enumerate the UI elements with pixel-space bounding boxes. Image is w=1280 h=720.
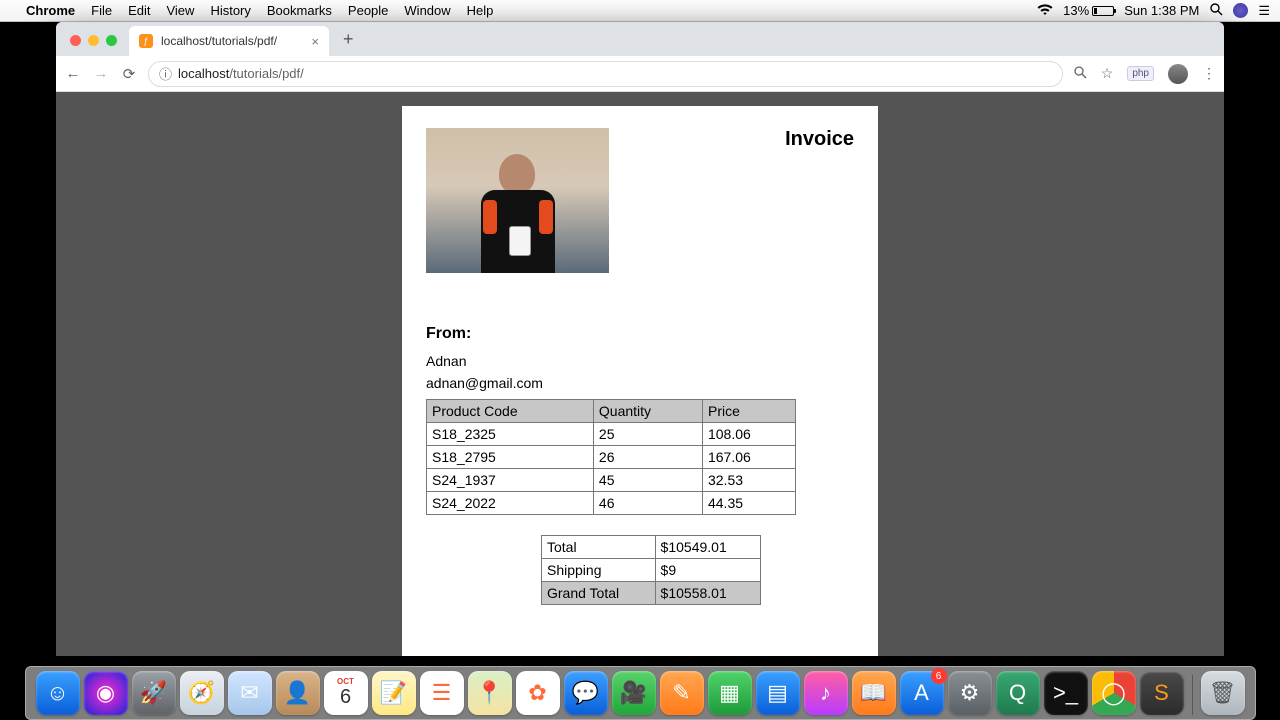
dock-app-launchpad[interactable]: 🚀	[132, 671, 176, 715]
menu-edit[interactable]: Edit	[128, 3, 150, 18]
table-header-row: Product Code Quantity Price	[427, 400, 796, 423]
grand-total-value: $10558.01	[655, 582, 760, 605]
shipping-value: $9	[655, 559, 760, 582]
wifi-icon[interactable]	[1037, 4, 1053, 19]
window-close-button[interactable]	[70, 35, 81, 46]
profile-photo	[426, 128, 609, 273]
dock-app-safari[interactable]: 🧭	[180, 671, 224, 715]
dock-separator	[1192, 675, 1193, 715]
dock-app-messages[interactable]: 💬	[564, 671, 608, 715]
back-button[interactable]: ←	[64, 65, 82, 82]
dock-app-finder[interactable]: ☺	[36, 671, 80, 715]
totals-table: Total$10549.01 Shipping$9 Grand Total$10…	[541, 535, 761, 605]
dock-app-mail[interactable]: ✉	[228, 671, 272, 715]
table-row: S18_232525108.06	[427, 423, 796, 446]
menu-view[interactable]: View	[166, 3, 194, 18]
chrome-window: ƒ localhost/tutorials/pdf/ × + ← → ⟳ ⓘ l…	[56, 22, 1224, 656]
page-viewport[interactable]: Invoice From: Adnan adnan@gmail.com Prod…	[56, 92, 1224, 656]
dock-app-qgis[interactable]: Q	[996, 671, 1040, 715]
from-heading: From:	[426, 325, 854, 343]
table-row: S24_20224644.35	[427, 492, 796, 515]
dock-app-itunes[interactable]: ♪	[804, 671, 848, 715]
badge: 6	[931, 668, 947, 684]
url-host: localhost	[178, 66, 229, 81]
dock-app-facetime[interactable]: 🎥	[612, 671, 656, 715]
tab-strip: ƒ localhost/tutorials/pdf/ × +	[56, 22, 1224, 56]
menu-window[interactable]: Window	[404, 3, 450, 18]
dock-app-maps[interactable]: 📍	[468, 671, 512, 715]
tab-title: localhost/tutorials/pdf/	[161, 34, 277, 48]
dock: ☺◉🚀🧭✉👤OCT6📝☰📍✿💬🎥✎▦▤♪📖A6⚙Q>_◯S 🗑	[25, 666, 1256, 720]
table-row: S24_19374532.53	[427, 469, 796, 492]
dock-trash[interactable]: 🗑	[1201, 671, 1245, 715]
reload-button[interactable]: ⟳	[120, 65, 138, 83]
invoice-document: Invoice From: Adnan adnan@gmail.com Prod…	[402, 106, 878, 656]
xampp-favicon: ƒ	[139, 34, 153, 48]
notification-center-icon[interactable]: ☰	[1258, 3, 1270, 19]
items-table: Product Code Quantity Price S18_23252510…	[426, 399, 796, 515]
menu-people[interactable]: People	[348, 3, 388, 18]
window-maximize-button[interactable]	[106, 35, 117, 46]
menu-bookmarks[interactable]: Bookmarks	[267, 3, 332, 18]
dock-app-numbers[interactable]: ▦	[708, 671, 752, 715]
url-path: /tutorials/pdf/	[229, 66, 303, 81]
browser-toolbar: ← → ⟳ ⓘ localhost/tutorials/pdf/ ☆ php ⋮	[56, 56, 1224, 92]
col-price: Price	[702, 400, 795, 423]
php-extension-badge[interactable]: php	[1127, 66, 1154, 81]
total-label: Total	[542, 536, 656, 559]
from-name: Adnan	[426, 353, 854, 369]
menu-file[interactable]: File	[91, 3, 112, 18]
dock-app-pages[interactable]: ✎	[660, 671, 704, 715]
dock-app-photos[interactable]: ✿	[516, 671, 560, 715]
chrome-menu-icon[interactable]: ⋮	[1202, 65, 1216, 82]
total-value: $10549.01	[655, 536, 760, 559]
dock-app-reminders[interactable]: ☰	[420, 671, 464, 715]
forward-button[interactable]: →	[92, 65, 110, 82]
zoom-icon[interactable]	[1073, 65, 1087, 82]
from-email: adnan@gmail.com	[426, 375, 854, 391]
macos-menubar: Chrome File Edit View History Bookmarks …	[0, 0, 1280, 22]
table-row: S18_279526167.06	[427, 446, 796, 469]
dock-app-terminal[interactable]: >_	[1044, 671, 1088, 715]
new-tab-button[interactable]: +	[335, 29, 362, 56]
address-bar[interactable]: ⓘ localhost/tutorials/pdf/	[148, 61, 1063, 87]
dock-app-siri[interactable]: ◉	[84, 671, 128, 715]
menu-help[interactable]: Help	[467, 3, 494, 18]
profile-avatar[interactable]	[1168, 64, 1188, 84]
bookmark-star-icon[interactable]: ☆	[1101, 65, 1114, 82]
battery-percent: 13%	[1063, 3, 1089, 18]
shipping-label: Shipping	[542, 559, 656, 582]
dock-app-appstore[interactable]: A6	[900, 671, 944, 715]
app-name[interactable]: Chrome	[26, 3, 75, 18]
dock-area: ☺◉🚀🧭✉👤OCT6📝☰📍✿💬🎥✎▦▤♪📖A6⚙Q>_◯S 🗑	[0, 656, 1280, 720]
battery-indicator[interactable]: 13%	[1063, 3, 1114, 18]
invoice-title: Invoice	[785, 128, 854, 151]
grand-total-label: Grand Total	[542, 582, 656, 605]
dock-app-calendar[interactable]: OCT6	[324, 671, 368, 715]
browser-tab[interactable]: ƒ localhost/tutorials/pdf/ ×	[129, 26, 329, 56]
dock-app-keynote[interactable]: ▤	[756, 671, 800, 715]
tab-close-icon[interactable]: ×	[311, 34, 319, 49]
col-quantity: Quantity	[593, 400, 702, 423]
window-minimize-button[interactable]	[88, 35, 99, 46]
dock-app-chrome[interactable]: ◯	[1092, 671, 1136, 715]
site-info-icon[interactable]: ⓘ	[159, 64, 172, 83]
dock-app-notes[interactable]: 📝	[372, 671, 416, 715]
dock-app-ibooks[interactable]: 📖	[852, 671, 896, 715]
dock-app-contacts[interactable]: 👤	[276, 671, 320, 715]
control-center-icon[interactable]	[1233, 3, 1248, 18]
col-product-code: Product Code	[427, 400, 594, 423]
clock[interactable]: Sun 1:38 PM	[1124, 3, 1199, 18]
window-controls	[66, 35, 123, 56]
dock-app-preferences[interactable]: ⚙	[948, 671, 992, 715]
spotlight-icon[interactable]	[1209, 2, 1223, 19]
menu-history[interactable]: History	[210, 3, 250, 18]
dock-app-sublime[interactable]: S	[1140, 671, 1184, 715]
